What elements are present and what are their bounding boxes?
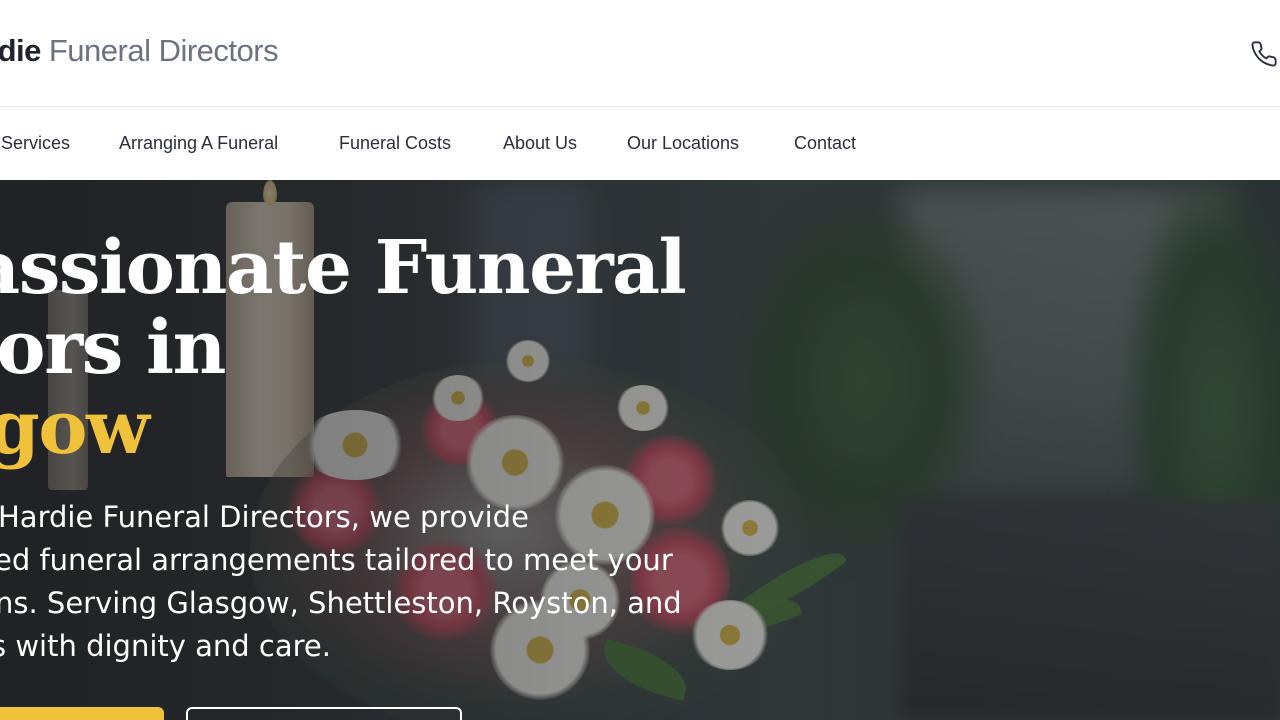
hero-description-line-1: Hardie Funeral Directors, we provide [0, 500, 529, 534]
logo-light-text: Funeral Directors [48, 33, 279, 68]
main-nav: Services Arranging A Funeral Funeral Cos… [0, 107, 1280, 180]
nav-item-about-us[interactable]: About Us [503, 133, 577, 154]
nav-item-funeral-costs[interactable]: Funeral Costs [339, 133, 451, 154]
hero-title-line-1: passionate Funeral [0, 225, 687, 311]
hero-primary-button[interactable] [0, 707, 164, 720]
page: rdieFuneral Directors Services Arranging… [0, 0, 1280, 720]
hero-description-line-2: ed funeral arrangements tailored to meet… [0, 543, 673, 577]
hero-secondary-button[interactable] [186, 707, 462, 720]
hero-title: passionate Funeral ctors in gow [0, 225, 687, 471]
hero-section: passionate Funeral ctors in gow Hardie F… [0, 180, 1280, 720]
logo-bold-text: rdie [0, 33, 41, 68]
hero-description: Hardie Funeral Directors, we provide ed … [0, 496, 720, 668]
nav-item-contact[interactable]: Contact [794, 133, 856, 154]
hero-description-line-4: s with dignity and care. [0, 629, 331, 663]
hero-title-line-2: ctors in [0, 305, 226, 391]
phone-icon[interactable] [1250, 40, 1278, 68]
nav-item-services[interactable]: Services [1, 133, 70, 154]
nav-item-our-locations[interactable]: Our Locations [627, 133, 739, 154]
site-logo[interactable]: rdieFuneral Directors [0, 33, 279, 69]
site-header: rdieFuneral Directors [0, 0, 1280, 107]
nav-item-arranging-a-funeral[interactable]: Arranging A Funeral [119, 133, 278, 154]
hero-title-line-3: gow [0, 385, 150, 471]
hero-description-line-3: ns. Serving Glasgow, Shettleston, Roysto… [0, 586, 682, 620]
